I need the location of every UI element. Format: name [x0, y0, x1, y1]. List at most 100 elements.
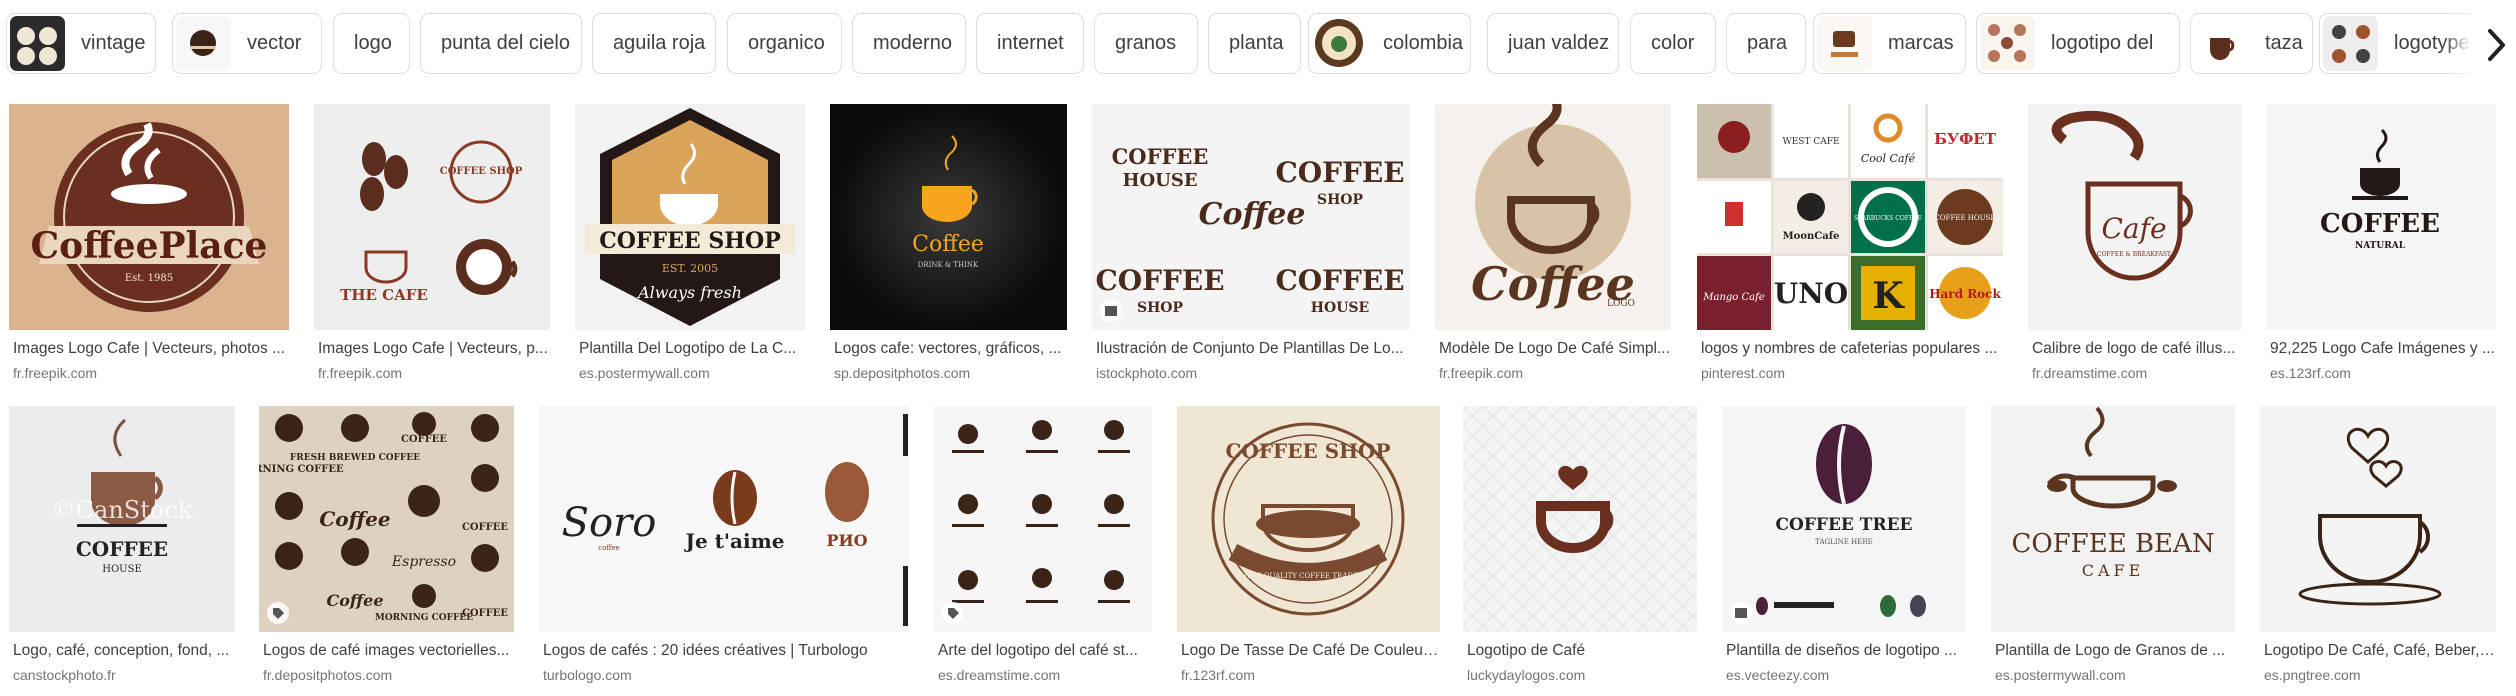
result-image[interactable]: COFFEE BEAN CAFE	[1991, 406, 2235, 632]
scroll-right-button[interactable]	[2470, 12, 2516, 78]
chip-label: logo	[354, 32, 392, 54]
svg-text:coffee: coffee	[598, 544, 619, 552]
logo-text: COFFEE BEAN	[2011, 529, 2214, 559]
result-title[interactable]: Plantilla Del Logotipo de La C...	[579, 340, 805, 358]
result-source: sp.depositphotos.com	[834, 365, 971, 381]
result-title[interactable]: Arte del logotipo del café st...	[938, 642, 1152, 660]
result-tile[interactable]: CoffeePlace Est. 1985 Images Logo Cafe |…	[9, 104, 289, 384]
result-tile[interactable]: COFFEE HOUSE COFFEE SHOP Coffee COFFEE S…	[1092, 104, 1410, 384]
result-tile[interactable]: COFFEE SHOP THE CAFE Images Logo Cafe | …	[314, 104, 550, 384]
result-image[interactable]: COFFEE SHOP EST. 2005 Always fresh	[575, 104, 805, 330]
chip-internet[interactable]: internet	[976, 13, 1084, 74]
result-image[interactable]: Coffee DRINK & THINK	[830, 104, 1067, 330]
result-title[interactable]: Logotipo de Café	[1467, 642, 1697, 660]
chip-colombia[interactable]: colombia	[1308, 13, 1471, 74]
chip-aguila-roja[interactable]: aguila roja	[592, 13, 716, 74]
result-image[interactable]: COFFEE TREE TAGLINE HERE	[1722, 406, 1966, 632]
chip-label: para	[1747, 32, 1788, 54]
grid-label: Cool Café	[1861, 152, 1916, 165]
chip-moderno[interactable]: moderno	[852, 13, 966, 74]
result-tile[interactable]: Arte del logotipo del café st... es.drea…	[934, 406, 1152, 686]
result-image[interactable]	[1463, 406, 1697, 632]
result-title[interactable]: Images Logo Cafe | Vecteurs, photos ...	[13, 340, 289, 358]
result-tile[interactable]: Coffee LOGO Modèle De Logo De Café Simpl…	[1435, 104, 1671, 384]
chip-organico[interactable]: organico	[727, 13, 842, 74]
result-tile[interactable]: MORNING COFFEE FRESH BREWED COFFEE COFFE…	[259, 406, 514, 686]
result-image[interactable]: COFFEE NATURAL	[2266, 104, 2496, 330]
result-title[interactable]: Images Logo Cafe | Vecteurs, p...	[318, 340, 550, 358]
result-tile[interactable]: Coffee DRINK & THINK Logos cafe: vectore…	[830, 104, 1067, 384]
logo-text: COFFEE TREE	[1775, 515, 1912, 535]
result-image[interactable]: COFFEE SHOP THE CAFE	[314, 104, 550, 330]
result-image[interactable]: Cafe COFFEE & BREAKFAST	[2028, 104, 2242, 330]
logo-text: CoffeePlace	[31, 225, 268, 267]
result-image[interactable]: Soro coffee Je t'aime PИO	[539, 406, 909, 632]
svg-text:COFFEE: COFFEE	[1275, 264, 1404, 297]
result-tile[interactable]: COFFEE TREE TAGLINE HERE Plantilla de di…	[1722, 406, 1966, 686]
result-tile[interactable]: Cafe COFFEE & BREAKFAST Calibre de logo …	[2028, 104, 2242, 384]
result-tile[interactable]: COFFEE SHOP HIGH QUALITY COFFEE TRADITIO…	[1177, 406, 1440, 686]
chip-granos[interactable]: granos	[1094, 13, 1198, 74]
result-title[interactable]: Modèle De Logo De Café Simpl...	[1439, 340, 1671, 358]
result-image[interactable]	[2260, 406, 2496, 632]
result-image[interactable]: Coffee LOGO	[1435, 104, 1671, 330]
result-tile[interactable]: Logotipo De Café, Café, Beber, ... es.pn…	[2260, 406, 2496, 686]
result-title[interactable]: logos y nombres de cafeterias populares …	[1701, 340, 2003, 358]
result-tile[interactable]: WEST CAFE Cool Café БУФЕТ MoonCafe STARB…	[1697, 104, 2003, 384]
result-source: fr.freepik.com	[1439, 365, 1524, 381]
result-title[interactable]: Logos cafe: vectores, gráficos, ...	[834, 340, 1067, 358]
result-image[interactable]: WEST CAFE Cool Café БУФЕТ MoonCafe STARB…	[1697, 104, 2003, 330]
result-tile[interactable]: COFFEE SHOP EST. 2005 Always fresh Plant…	[575, 104, 805, 384]
chip-logotipo-del[interactable]: logotipo del	[1976, 13, 2180, 74]
grid-label: COFFEE	[401, 434, 447, 445]
chip-vintage[interactable]: vintage	[6, 13, 156, 74]
chip-thumb	[176, 16, 231, 71]
chip-color[interactable]: color	[1630, 13, 1716, 74]
result-tile[interactable]: COFFEE BEAN CAFE Plantilla de Logo de Gr…	[1991, 406, 2235, 686]
chip-label: juan valdez	[1508, 32, 1610, 54]
chip-para[interactable]: para	[1726, 13, 1806, 74]
chip-vector[interactable]: vector	[172, 13, 322, 74]
result-tile[interactable]: Logotipo de Café luckydaylogos.com	[1463, 406, 1697, 686]
chip-taza[interactable]: taza	[2190, 13, 2313, 74]
result-tile[interactable]: COFFEE NATURAL 92,225 Logo Cafe Imágenes…	[2266, 104, 2496, 384]
grid-label: WEST CAFE	[1782, 137, 1839, 147]
grid-label: MORNING COFFEE	[259, 464, 344, 475]
logo-sub: HOUSE	[102, 564, 142, 575]
grid-label: Espresso	[391, 554, 456, 570]
logo-sub: EST. 2005	[662, 262, 718, 275]
result-image[interactable]: CoffeePlace Est. 1985	[9, 104, 289, 330]
result-image[interactable]	[934, 406, 1152, 632]
result-title[interactable]: Logotipo De Café, Café, Beber, ...	[2264, 642, 2496, 660]
chip-marcas[interactable]: marcas	[1813, 13, 1966, 74]
chip-logotype[interactable]: logotype	[2319, 13, 2489, 74]
result-title[interactable]: Plantilla de Logo de Granos de ...	[1995, 642, 2235, 660]
result-image[interactable]: COFFEE HOUSE COFFEE SHOP Coffee COFFEE S…	[1092, 104, 1410, 330]
chip-planta[interactable]: planta	[1208, 13, 1301, 74]
grid-label: COFFEE HOUSE	[1935, 214, 1996, 222]
grid-label: Hard Rock	[1929, 287, 2001, 301]
result-image[interactable]: COFFEE HOUSE ©CanStock	[9, 406, 235, 632]
result-title[interactable]: 92,225 Logo Cafe Imágenes y ...	[2270, 340, 2496, 358]
chip-thumb	[2194, 16, 2249, 71]
svg-text:SHOP: SHOP	[1137, 300, 1184, 316]
chip-logo[interactable]: logo	[333, 13, 410, 74]
result-title[interactable]: Calibre de logo de café illus...	[2032, 340, 2242, 358]
chip-punta-del-cielo[interactable]: punta del cielo	[420, 13, 582, 74]
logo-text: THE CAFE	[340, 286, 428, 304]
result-title[interactable]: Ilustración de Conjunto De Plantillas De…	[1096, 340, 1410, 358]
logo-sub: NATURAL	[2355, 241, 2406, 251]
chip-juan-valdez[interactable]: juan valdez	[1487, 13, 1619, 74]
tag-icon	[267, 602, 289, 624]
chip-label: logotipo del	[2051, 32, 2154, 54]
result-tile[interactable]: Soro coffee Je t'aime PИO Logos de cafés…	[539, 406, 909, 686]
result-title[interactable]: Logos de café images vectorielles...	[263, 642, 514, 660]
result-title[interactable]: Logos de cafés : 20 idées créatives | Tu…	[543, 642, 909, 660]
result-title[interactable]: Logo De Tasse De Café De Couleur...	[1181, 642, 1440, 660]
result-image[interactable]: COFFEE SHOP HIGH QUALITY COFFEE TRADITIO…	[1177, 406, 1440, 632]
result-source: fr.freepik.com	[13, 365, 98, 381]
result-title[interactable]: Plantilla de diseños de logotipo ...	[1726, 642, 1966, 660]
result-tile[interactable]: COFFEE HOUSE ©CanStock Logo, café, conce…	[9, 406, 235, 686]
result-title[interactable]: Logo, café, conception, fond, ...	[13, 642, 235, 660]
result-image[interactable]: MORNING COFFEE FRESH BREWED COFFEE COFFE…	[259, 406, 514, 632]
